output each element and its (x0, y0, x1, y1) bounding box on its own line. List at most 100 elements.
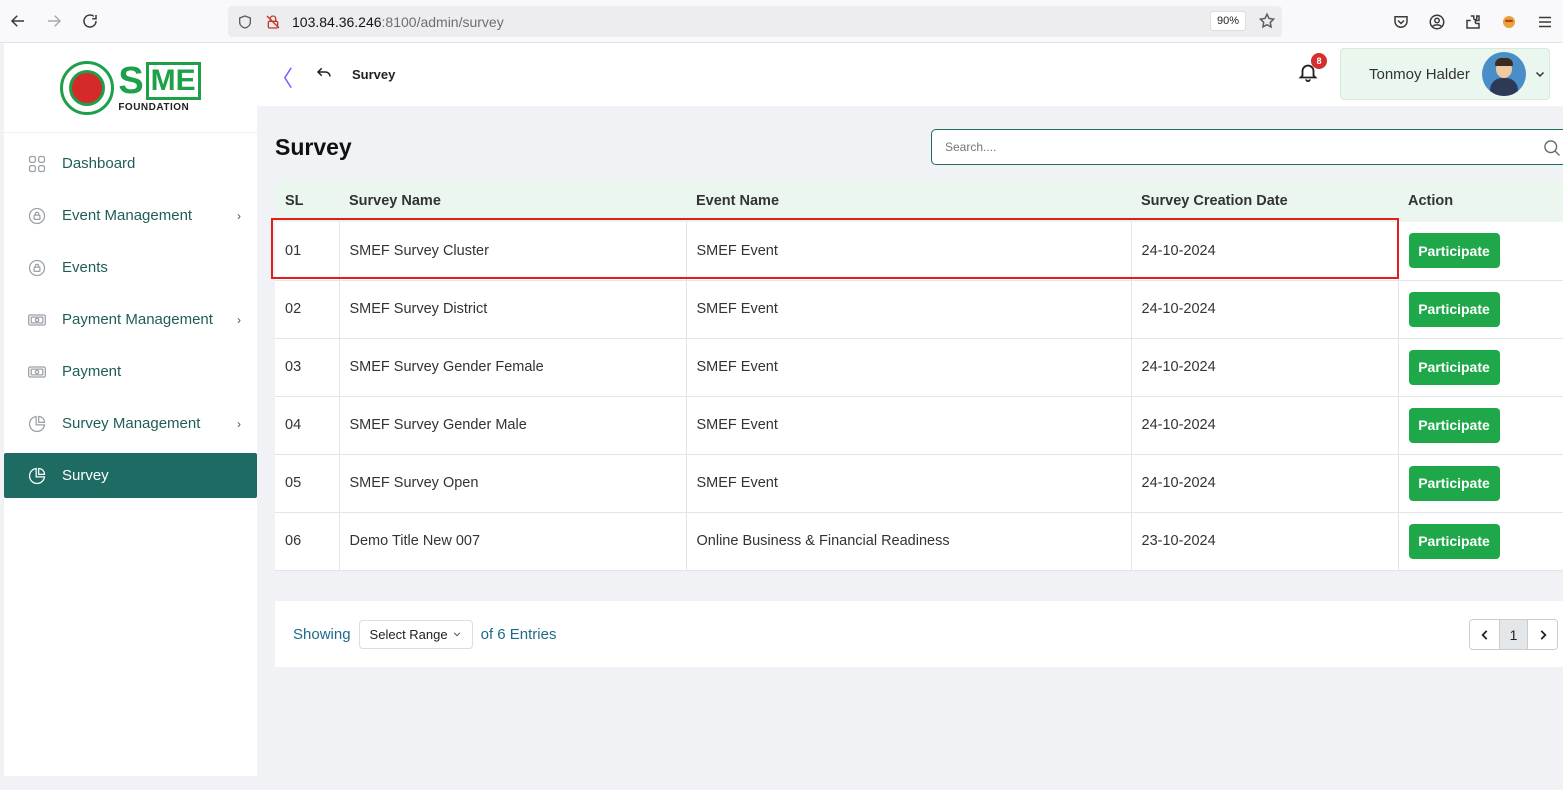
cell-action: Participate (1398, 338, 1563, 396)
back-arrow-icon[interactable] (0, 3, 36, 39)
participate-button[interactable]: Participate (1408, 523, 1500, 559)
sidebar-item-label: Event Management (62, 207, 193, 224)
cell-survey-name: SMEF Survey Cluster (339, 222, 687, 280)
chevron-right-icon: › (237, 209, 241, 223)
cash-icon (26, 309, 48, 331)
search-box (931, 129, 1563, 165)
sidebar-item-events[interactable]: Events (4, 245, 257, 290)
participate-button[interactable]: Participate (1408, 407, 1500, 443)
extension-badge-icon[interactable] (1491, 4, 1527, 40)
cell-creation-date: 24-10-2024 (1131, 396, 1399, 454)
pagination-bar: Showing Select Range of 6 Entries 1 (275, 601, 1563, 667)
cash-icon (26, 361, 48, 383)
breadcrumb: Survey (352, 67, 396, 82)
sidebar-item-event-management[interactable]: Event Management › (4, 193, 257, 238)
participate-button[interactable]: Participate (1408, 465, 1500, 501)
range-select-value: Select Range (369, 626, 448, 642)
sidebar-item-survey[interactable]: Survey (4, 453, 257, 498)
bookmark-star-icon[interactable] (1258, 12, 1276, 30)
participate-button[interactable]: Participate (1408, 233, 1500, 269)
sidebar-item-label: Survey Management (62, 415, 201, 432)
grid-icon (26, 153, 48, 175)
sidebar-item-label: Events (62, 259, 108, 276)
cell-creation-date: 23-10-2024 (1131, 512, 1399, 570)
sidebar-menu: Dashboard Event Management › Events Paym… (4, 133, 257, 498)
undo-back-icon[interactable] (315, 63, 333, 81)
brand-box-letters: ME (145, 62, 201, 100)
range-select[interactable]: Select Range (358, 619, 473, 649)
government-seal-icon (60, 60, 115, 115)
participate-button[interactable]: Participate (1408, 291, 1500, 327)
table-row: 03 SMEF Survey Gender Female SMEF Event … (275, 338, 1563, 396)
cell-event-name: SMEF Event (686, 396, 1132, 454)
menu-hamburger-icon[interactable] (1527, 4, 1563, 40)
extensions-icon[interactable] (1455, 4, 1491, 40)
chevron-down-icon (1535, 71, 1544, 78)
cell-action: Participate (1398, 396, 1563, 454)
search-input[interactable] (932, 130, 1563, 164)
cell-action: Participate (1398, 454, 1563, 512)
zoom-level[interactable]: 90% (1209, 11, 1246, 31)
notification-count-badge: 8 (1311, 53, 1327, 69)
cell-survey-name: SMEF Survey Gender Male (339, 396, 687, 454)
cell-survey-name: SMEF Survey Open (339, 454, 687, 512)
participate-button[interactable]: Participate (1408, 349, 1500, 385)
page-title: Survey (275, 134, 352, 160)
chevron-right-icon (1540, 629, 1547, 640)
insecure-lock-icon[interactable] (264, 13, 282, 31)
url-text: 103.84.36.246:8100/admin/survey (292, 13, 504, 30)
sme-foundation-logo: S ME FOUNDATION (60, 60, 201, 115)
browser-toolbar: 103.84.36.246:8100/admin/survey 90% (0, 0, 1563, 43)
cell-creation-date: 24-10-2024 (1131, 222, 1399, 280)
cell-survey-name: SMEF Survey District (339, 280, 687, 338)
table-row: 04 SMEF Survey Gender Male SMEF Event 24… (275, 396, 1563, 454)
user-name: Tonmoy Halder (1369, 65, 1470, 83)
column-header-action: Action (1408, 193, 1454, 209)
table-row: 05 SMEF Survey Open SMEF Event 24-10-202… (275, 454, 1563, 512)
shield-icon (236, 13, 254, 31)
column-header-event-name: Event Name (696, 193, 780, 209)
logo-area[interactable]: S ME FOUNDATION (4, 43, 257, 133)
sidebar-item-dashboard[interactable]: Dashboard (4, 141, 257, 186)
reload-icon[interactable] (72, 3, 108, 39)
table-row: 01 SMEF Survey Cluster SMEF Event 24-10-… (275, 222, 1563, 280)
address-bar[interactable]: 103.84.36.246:8100/admin/survey 90% (228, 6, 1282, 37)
sidebar-item-label: Payment (62, 363, 122, 380)
sidebar-collapse-icon[interactable]: 〈 (271, 61, 293, 93)
cell-sl: 04 (275, 396, 340, 454)
cell-event-name: SMEF Event (686, 338, 1132, 396)
search-icon[interactable] (1542, 138, 1562, 158)
table-row: 06 Demo Title New 007 Online Business & … (275, 512, 1563, 570)
cell-creation-date: 24-10-2024 (1131, 454, 1399, 512)
cell-action: Participate (1398, 512, 1563, 570)
next-page-button[interactable] (1528, 620, 1557, 649)
pie-chart-icon (26, 413, 48, 435)
chevron-right-icon: › (237, 313, 241, 327)
sidebar: S ME FOUNDATION Dashboard Event Manageme… (4, 43, 257, 776)
table-header-row: SL Survey Name Event Name Survey Creatio… (275, 180, 1563, 222)
brand-letter: S (118, 60, 144, 102)
sidebar-item-payment[interactable]: Payment (4, 349, 257, 394)
cell-event-name: SMEF Event (686, 280, 1132, 338)
cell-event-name: Online Business & Financial Readiness (686, 512, 1132, 570)
table-row: 02 SMEF Survey District SMEF Event 24-10… (275, 280, 1563, 338)
chevron-left-icon (1480, 629, 1487, 640)
prev-page-button[interactable] (1470, 620, 1499, 649)
sidebar-item-survey-management[interactable]: Survey Management › (4, 401, 257, 446)
cell-sl: 02 (275, 280, 340, 338)
sidebar-item-payment-management[interactable]: Payment Management › (4, 297, 257, 342)
survey-table: SL Survey Name Event Name Survey Creatio… (275, 180, 1563, 571)
forward-arrow-icon[interactable] (36, 3, 72, 39)
pager: 1 (1469, 619, 1558, 650)
main-content: Survey SL Survey Name Event Name Survey … (265, 106, 1563, 776)
sidebar-item-label: Payment Management (62, 311, 213, 328)
pocket-icon[interactable] (1383, 4, 1419, 40)
cell-sl: 01 (275, 222, 340, 280)
cell-survey-name: Demo Title New 007 (339, 512, 687, 570)
sidebar-item-label: Dashboard (62, 155, 136, 172)
entries-count: of 6 Entries (480, 625, 557, 643)
account-icon[interactable] (1419, 4, 1455, 40)
page-number-button[interactable]: 1 (1499, 620, 1528, 649)
cell-event-name: SMEF Event (686, 454, 1132, 512)
user-menu[interactable]: Tonmoy Halder (1340, 48, 1550, 100)
